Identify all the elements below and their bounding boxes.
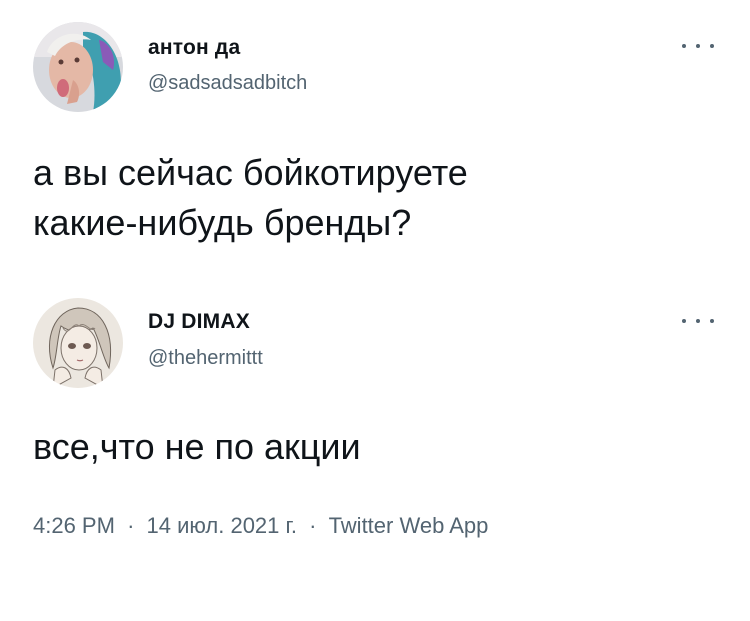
avatar-anton[interactable] (33, 22, 123, 112)
tweet-original: антон да @sadsadsadbitch а вы сейчас бой… (0, 0, 750, 290)
display-name[interactable]: DJ DIMAX (148, 310, 250, 334)
avatar-dimax-image (33, 298, 123, 388)
user-handle[interactable]: @sadsadsadbitch (148, 72, 307, 95)
tweet-reply: DJ DIMAX @thehermittt все,что не по акци… (0, 290, 750, 621)
avatar-anton-image (33, 22, 123, 112)
meta-separator: · (309, 513, 317, 538)
tweet-meta: 4:26 PM · 14 июл. 2021 г. · Twitter Web … (33, 513, 488, 539)
tweet-time[interactable]: 4:26 PM (33, 513, 115, 538)
display-name[interactable]: антон да (148, 36, 240, 60)
tweet-source[interactable]: Twitter Web App (329, 513, 489, 538)
tweet-text-line: а вы сейчас бойкотируете (33, 152, 468, 193)
more-horizontal-icon[interactable] (682, 39, 714, 53)
tweet-text: все,что не по акции (33, 426, 361, 467)
tweet-text-line: какие-нибудь бренды? (33, 202, 412, 243)
avatar-dimax[interactable] (33, 298, 123, 388)
user-handle[interactable]: @thehermittt (148, 347, 263, 370)
meta-separator: · (127, 513, 135, 538)
tweet-text: а вы сейчас бойкотируете какие-нибудь бр… (33, 148, 713, 248)
tweet-date[interactable]: 14 июл. 2021 г. (147, 513, 297, 538)
more-horizontal-icon[interactable] (682, 314, 714, 328)
